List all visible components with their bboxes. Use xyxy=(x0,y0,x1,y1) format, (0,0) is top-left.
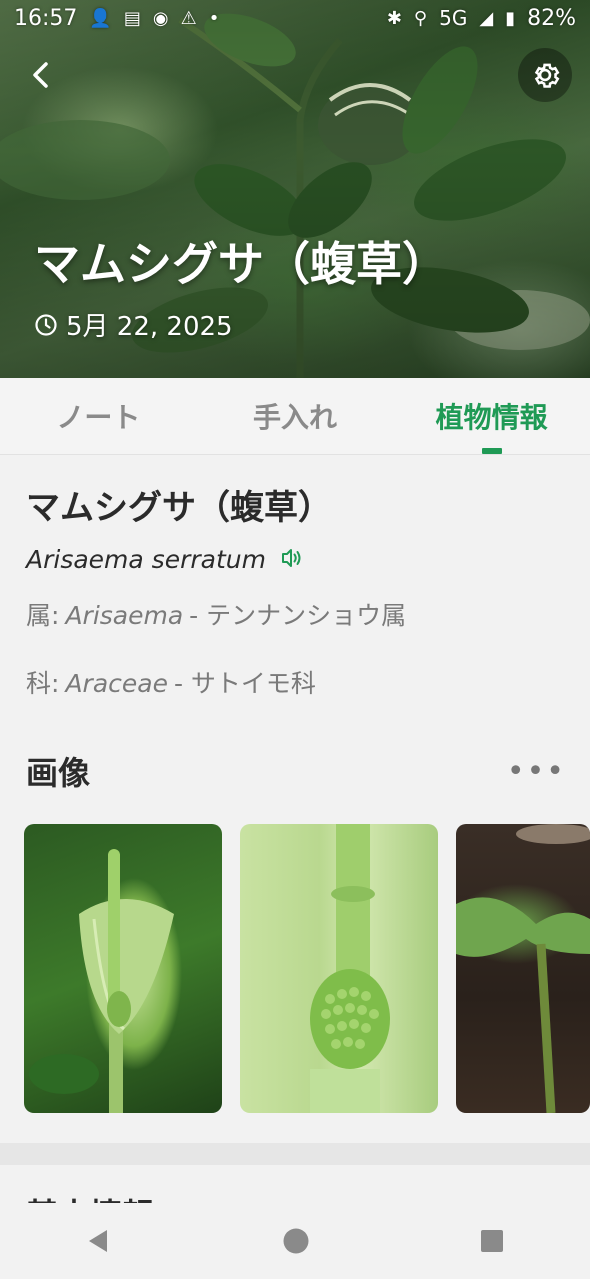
battery-icon: ▮ xyxy=(505,7,516,29)
back-button[interactable] xyxy=(18,52,64,98)
clock: 16:57 xyxy=(14,5,78,31)
plant-info-section: マムシグサ（蝮草） Arisaema serratum 属: Arisaema … xyxy=(0,456,590,700)
section-divider xyxy=(0,1143,590,1165)
walk-icon: ◉ xyxy=(152,7,169,29)
clock-icon xyxy=(35,313,57,336)
person-icon: 👤 xyxy=(89,7,112,29)
gallery-image[interactable] xyxy=(240,824,438,1113)
more-options-button[interactable]: ••• xyxy=(507,754,566,789)
family-latin: Araceae xyxy=(65,669,168,698)
chevron-left-icon xyxy=(33,62,48,88)
genus-row: 属: Arisaema - テンナンショウ属 xyxy=(26,596,564,632)
signal-icon: ◢ xyxy=(479,7,494,29)
tab-bar: ノート 手入れ 植物情報 xyxy=(0,378,590,455)
gallery-image[interactable] xyxy=(24,824,222,1113)
status-bar: 16:57 👤 ▤ ◉ ⚠ • ✱ ⚲ 5G ◢ ▮ 82% xyxy=(0,0,590,36)
speaker-icon[interactable] xyxy=(280,547,304,573)
dot-icon: • xyxy=(208,7,220,29)
network-type: 5G xyxy=(439,6,468,30)
gallery-image[interactable] xyxy=(456,824,590,1113)
genus-latin: Arisaema xyxy=(65,601,184,630)
scientific-name-row: Arisaema serratum xyxy=(26,545,564,574)
genus-japanese: - テンナンショウ属 xyxy=(189,601,407,630)
scientific-name: Arisaema serratum xyxy=(26,545,266,574)
genus-label: 属: xyxy=(26,601,60,630)
date-text: 5月 22, 2025 xyxy=(66,312,233,342)
page-title: マムシグサ（蝮草） xyxy=(34,237,448,291)
family-japanese: - サトイモ科 xyxy=(173,669,316,698)
tab-notes[interactable]: ノート xyxy=(0,378,197,454)
warning-icon: ⚠ xyxy=(180,7,197,29)
nav-recents-icon[interactable] xyxy=(479,1228,505,1254)
nav-back-icon[interactable] xyxy=(85,1227,113,1255)
location-icon: ⚲ xyxy=(413,7,428,29)
family-row: 科: Araceae - サトイモ科 xyxy=(26,664,564,700)
gear-icon xyxy=(534,63,560,88)
images-title: 画像 xyxy=(26,754,91,792)
nav-home-icon[interactable] xyxy=(282,1227,310,1255)
battery-level: 82% xyxy=(527,5,576,31)
settings-button[interactable] xyxy=(518,48,572,102)
date-row: 5月 22, 2025 xyxy=(34,306,233,343)
plant-name: マムシグサ（蝮草） xyxy=(26,488,332,528)
family-label: 科: xyxy=(26,669,60,698)
image-gallery[interactable] xyxy=(24,824,590,1113)
system-nav-bar xyxy=(0,1203,590,1279)
bluetooth-icon: ✱ xyxy=(386,7,402,29)
tab-plant-info[interactable]: 植物情報 xyxy=(393,378,590,454)
images-header: 画像 ••• xyxy=(26,748,566,794)
tab-care[interactable]: 手入れ xyxy=(197,378,394,454)
sim-icon: ▤ xyxy=(123,7,141,29)
